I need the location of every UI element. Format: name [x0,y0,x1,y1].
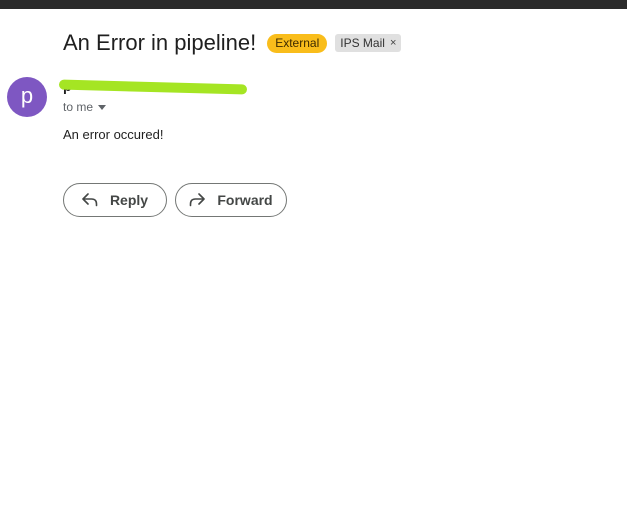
recipient-details-toggle[interactable]: to me [63,100,107,114]
sender-line: p [58,78,248,98]
label-external[interactable]: External [267,33,328,53]
recipient-text: to me [63,100,94,114]
forward-label: Forward [217,192,273,208]
reply-arrow-icon [82,193,98,207]
forward-arrow-icon [190,193,206,207]
email-body: An error occured! [63,127,164,142]
label-ips-mail[interactable]: IPS Mail × [335,34,402,52]
label-ips-mail-text: IPS Mail [340,36,385,50]
sender-avatar[interactable]: p [7,77,47,117]
subject-row: An Error in pipeline! External IPS Mail … [63,29,402,57]
chevron-down-icon [98,104,107,110]
forward-button[interactable]: Forward [175,183,287,217]
reply-label: Reply [109,192,149,208]
top-bar [0,0,627,9]
redaction-mark [58,79,248,95]
email-subject: An Error in pipeline! [63,30,257,55]
remove-label-icon[interactable]: × [390,34,396,52]
reply-button[interactable]: Reply [63,183,167,217]
